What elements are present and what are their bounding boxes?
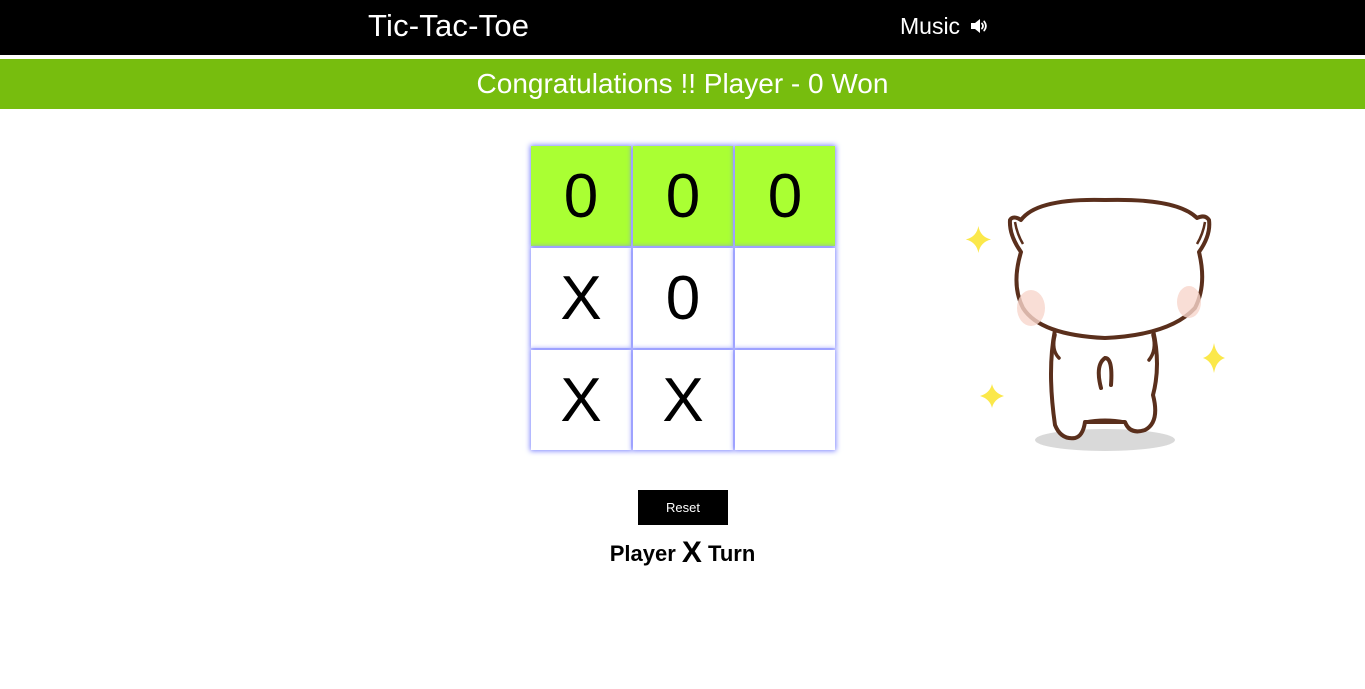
board-cell[interactable]: X (531, 350, 631, 450)
music-label: Music (900, 13, 961, 39)
music-toggle[interactable]: Music (900, 10, 989, 42)
board-cell[interactable]: X (531, 248, 631, 348)
top-navbar: Tic-Tac-Toe Music (0, 0, 1365, 55)
board-cell[interactable]: 0 (633, 248, 733, 348)
turn-player: X (681, 536, 702, 569)
celebrating-cat-illustration (965, 197, 1225, 451)
board-cell[interactable] (735, 350, 835, 450)
board-cell[interactable] (735, 248, 835, 348)
board-cell[interactable]: 0 (531, 146, 631, 246)
board-cell[interactable]: 0 (633, 146, 733, 246)
turn-prefix: Player (609, 541, 676, 566)
winner-banner: Congratulations !! Player - 0 Won (0, 59, 1365, 109)
reset-button[interactable]: Reset (638, 490, 728, 525)
app-title: Tic-Tac-Toe (368, 8, 530, 43)
sparkle-icon (1203, 343, 1225, 373)
speaker-volume-icon (971, 19, 987, 33)
game-board: 0 0 0 X 0 X X (530, 145, 836, 451)
turn-suffix: Turn (708, 541, 756, 566)
turn-indicator: Player X Turn (0, 536, 1365, 571)
sparkle-icon (980, 384, 1004, 408)
board-cell[interactable]: 0 (735, 146, 835, 246)
sparkle-icon (965, 226, 991, 253)
board-cell[interactable]: X (633, 350, 733, 450)
